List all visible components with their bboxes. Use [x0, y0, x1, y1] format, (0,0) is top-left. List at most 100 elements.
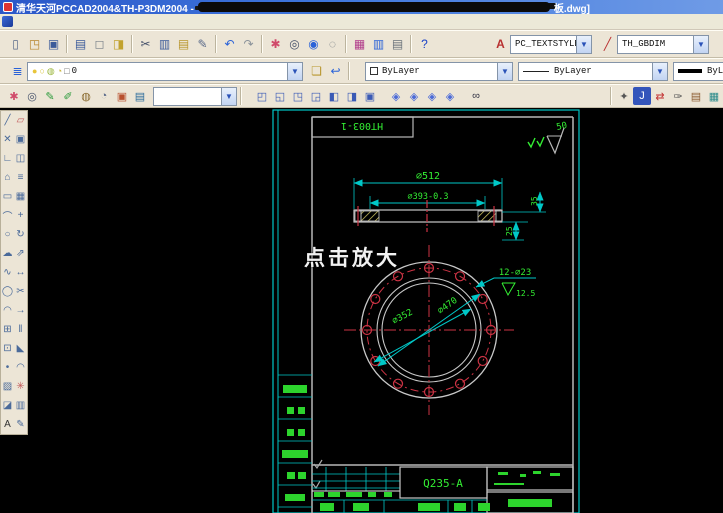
click-to-enlarge-label[interactable]: 点击放大: [304, 242, 400, 272]
sw-iso-view-icon[interactable]: ◈: [387, 87, 405, 105]
front-view-icon[interactable]: ◳: [289, 87, 307, 105]
circle-icon[interactable]: ○: [1, 225, 14, 244]
right-view-icon[interactable]: ◨: [343, 87, 361, 105]
menu-item[interactable]: [101, 21, 115, 23]
mirror-icon[interactable]: ◫: [14, 149, 27, 168]
polyline-icon[interactable]: ∟: [1, 149, 14, 168]
stretch-icon[interactable]: ↔: [14, 263, 27, 282]
move-icon[interactable]: +: [14, 206, 27, 225]
top-view-icon[interactable]: ◰: [253, 87, 271, 105]
se-iso-view-icon[interactable]: ◈: [405, 87, 423, 105]
menu-item[interactable]: [73, 21, 87, 23]
extend-icon[interactable]: →: [14, 301, 27, 320]
designcenter-icon[interactable]: ▥: [369, 34, 388, 54]
menu-item[interactable]: [115, 21, 129, 23]
table-icon[interactable]: ▦: [705, 87, 723, 105]
array-icon[interactable]: ▦: [14, 187, 27, 206]
chevron-down-icon[interactable]: ▼: [221, 88, 236, 105]
left-view-icon[interactable]: ◧: [325, 87, 343, 105]
redo-icon[interactable]: ↷: [239, 34, 258, 54]
explode-icon[interactable]: ✳: [14, 377, 27, 396]
menu-item[interactable]: [45, 21, 59, 23]
cut-icon[interactable]: ✂: [136, 34, 155, 54]
measure-icon[interactable]: ◔: [95, 87, 113, 105]
chevron-down-icon[interactable]: ▼: [652, 63, 667, 80]
help-icon[interactable]: ?: [415, 34, 434, 54]
named-view-icon[interactable]: ▣: [361, 87, 379, 105]
lineweight-combo[interactable]: ByLayer: [673, 62, 723, 81]
drawing-canvas[interactable]: ╱✕∟⌂▭⌒○☁∿◯◠⊞⊡•▨◪A ▱▣◫≡▦+↻⇗↔✂→‖◣◠✳▥✎ HT00…: [0, 108, 723, 513]
named-view-combo[interactable]: ▼: [153, 87, 237, 106]
paste-icon[interactable]: ▤: [174, 34, 193, 54]
nw-iso-view-icon[interactable]: ◈: [441, 87, 459, 105]
flange-drawing[interactable]: HT003-1 50 ⌀512 ⌀393-0.3: [28, 108, 723, 513]
menu-item[interactable]: [171, 21, 185, 23]
menu-item[interactable]: [129, 21, 143, 23]
region-icon[interactable]: ◪: [1, 396, 14, 415]
swap-icon[interactable]: ⇄: [651, 87, 669, 105]
line-icon[interactable]: ╱: [1, 111, 14, 130]
make-layer-current-icon[interactable]: ❏: [307, 61, 326, 81]
block-tool-icon[interactable]: ▣: [113, 87, 131, 105]
scale-icon[interactable]: ⇗: [14, 244, 27, 263]
save-icon[interactable]: ▣: [44, 34, 63, 54]
make-block-icon[interactable]: ⊡: [1, 339, 14, 358]
copy-object-icon[interactable]: ▣: [14, 130, 27, 149]
chevron-down-icon[interactable]: ▼: [497, 63, 512, 80]
properties-icon[interactable]: ▥: [14, 396, 27, 415]
layer-plot-icon[interactable]: ◔: [57, 66, 62, 76]
text-j-icon[interactable]: J: [633, 87, 651, 105]
open-folder-icon[interactable]: ◳: [25, 34, 44, 54]
menu-item[interactable]: [17, 21, 31, 23]
linetype-combo[interactable]: ByLayer ▼: [518, 62, 668, 81]
dim-style-combo[interactable]: TH_GBDIM ▼: [617, 35, 709, 54]
undo-icon[interactable]: ↶: [220, 34, 239, 54]
hatch-icon[interactable]: ▨: [1, 377, 14, 396]
zoom-window-icon[interactable]: ◉: [304, 34, 323, 54]
sheet-icon[interactable]: ▤: [131, 87, 149, 105]
new-file-icon[interactable]: ▯: [6, 34, 25, 54]
form-icon[interactable]: ▤: [687, 87, 705, 105]
chamfer-icon[interactable]: ◣: [14, 339, 27, 358]
find-icon[interactable]: ∞: [467, 87, 485, 105]
layer-freeze-icon[interactable]: ○: [39, 66, 44, 76]
sheetset-icon[interactable]: ▤: [388, 34, 407, 54]
palette-icon[interactable]: ▦: [350, 34, 369, 54]
point-icon[interactable]: •: [1, 358, 14, 377]
text-style-combo[interactable]: PC_TEXTSTYLE ▼: [510, 35, 592, 54]
fillet-icon[interactable]: ◠: [14, 358, 27, 377]
copy-icon[interactable]: ▥: [155, 34, 174, 54]
layer-lock-icon[interactable]: ◍: [47, 66, 55, 77]
pan-realtime-icon[interactable]: ✱: [5, 87, 23, 105]
text-icon[interactable]: A: [1, 415, 14, 434]
bottom-view-icon[interactable]: ◱: [271, 87, 289, 105]
trim-icon[interactable]: ✂: [14, 282, 27, 301]
layer-previous-icon[interactable]: ↩: [326, 61, 345, 81]
text-style-icon[interactable]: A: [491, 34, 510, 54]
preview-icon[interactable]: ◻: [90, 34, 109, 54]
layer-combo[interactable]: ●○◍◔□ 0 ▼: [27, 62, 303, 81]
ne-iso-view-icon[interactable]: ◈: [423, 87, 441, 105]
layer-onoff-icon[interactable]: ●: [32, 66, 37, 76]
break-icon[interactable]: ‖: [14, 320, 27, 339]
rotate-icon[interactable]: ↻: [14, 225, 27, 244]
color-combo[interactable]: ByLayer ▼: [365, 62, 513, 81]
zoom-flyout-icon[interactable]: ◎: [23, 87, 41, 105]
back-view-icon[interactable]: ◲: [307, 87, 325, 105]
publish-icon[interactable]: ◨: [109, 34, 128, 54]
matchprop-icon[interactable]: ✎: [193, 34, 212, 54]
offset-icon[interactable]: ≡: [14, 168, 27, 187]
menu-item[interactable]: [59, 21, 73, 23]
insert-block-icon[interactable]: ⊞: [1, 320, 14, 339]
zoom-realtime-icon[interactable]: ◎: [285, 34, 304, 54]
erase-icon[interactable]: ▱: [14, 111, 27, 130]
menu-item[interactable]: [31, 21, 45, 23]
pan-icon[interactable]: ✱: [266, 34, 285, 54]
construction-line-icon[interactable]: ✕: [1, 130, 14, 149]
chevron-down-icon[interactable]: ▼: [576, 36, 591, 53]
zoom-previous-icon[interactable]: ◌: [323, 34, 342, 54]
menu-item[interactable]: [157, 21, 171, 23]
ellipse-arc-icon[interactable]: ◠: [1, 301, 14, 320]
chevron-down-icon[interactable]: ▼: [287, 63, 302, 80]
spline-icon[interactable]: ∿: [1, 263, 14, 282]
